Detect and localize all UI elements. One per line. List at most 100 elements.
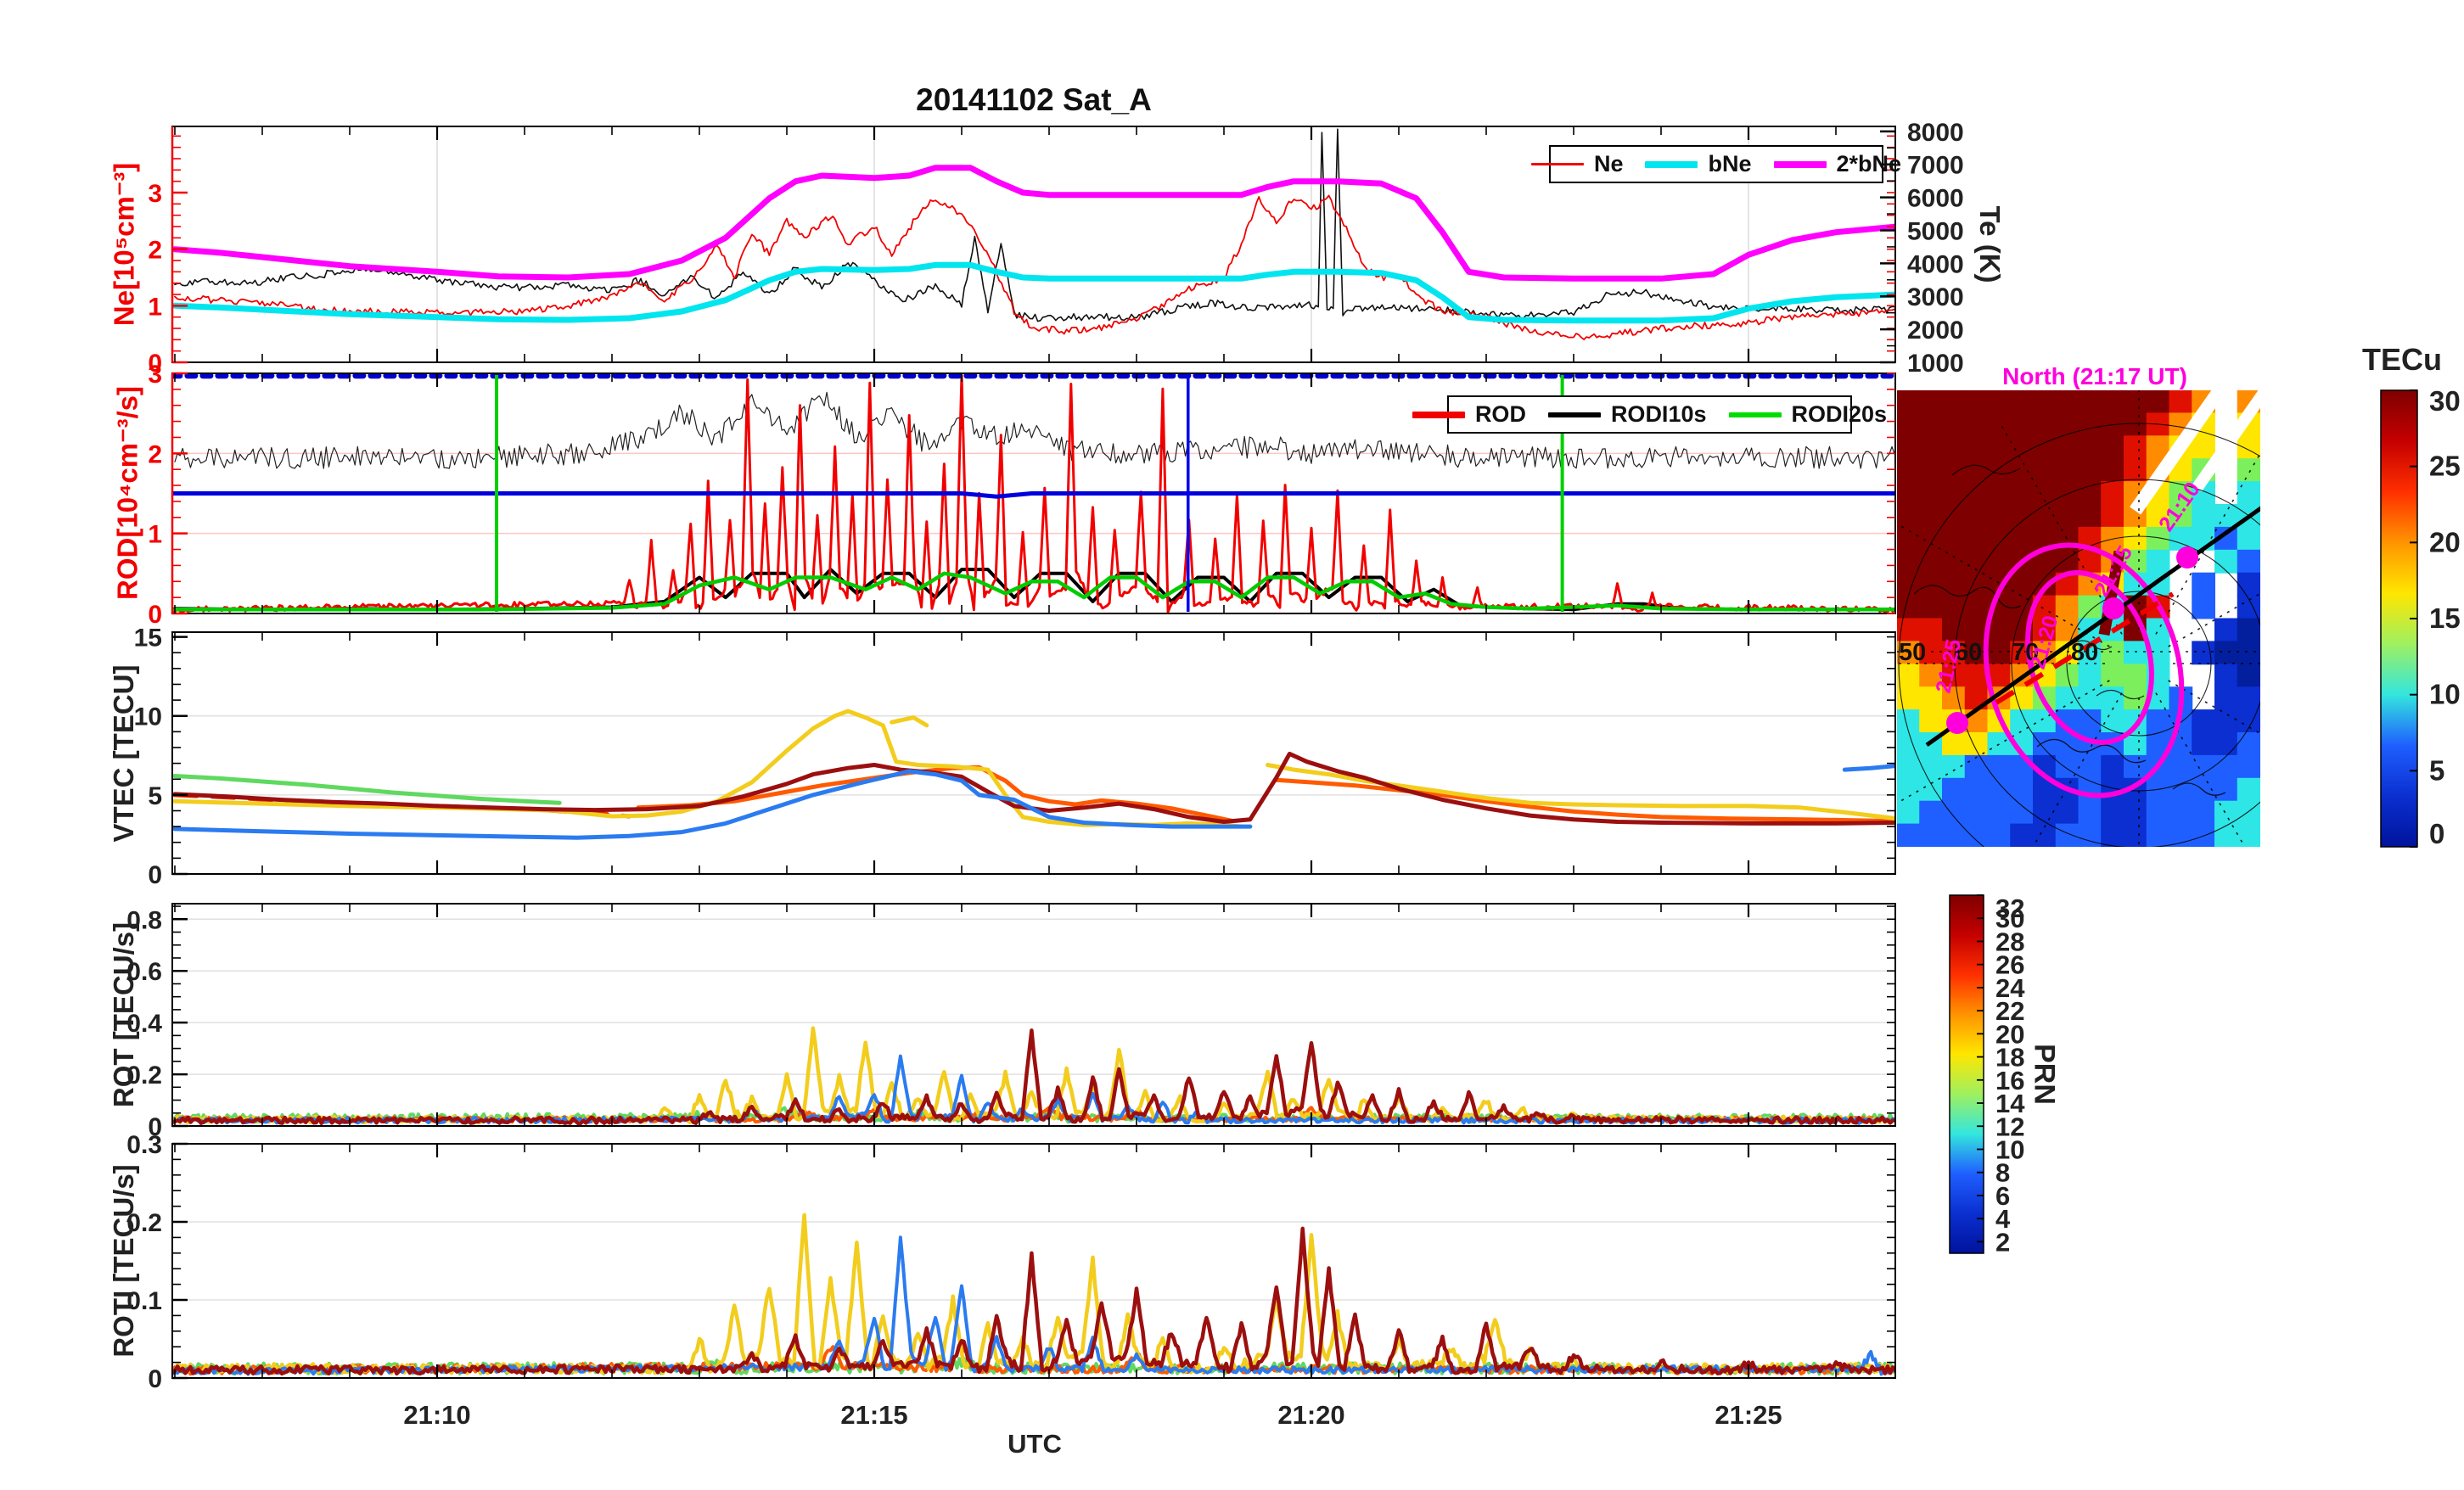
tec-cell xyxy=(1942,732,1966,756)
legend-item: RODI10s xyxy=(1547,401,1707,428)
tec-cell xyxy=(2055,458,2080,483)
tec-cell xyxy=(2124,641,2147,665)
y2-tick-label: 4000 xyxy=(1907,250,1964,278)
tec-cell xyxy=(2237,732,2260,756)
panel-vtec: 051015 xyxy=(134,625,1896,889)
tec-cell xyxy=(1897,664,1921,688)
tec-cell xyxy=(2033,504,2057,528)
tecu-tick-label: 10 xyxy=(2429,679,2461,710)
tec-cell xyxy=(2237,435,2260,460)
tec-cell xyxy=(1919,390,1943,414)
tec-cell xyxy=(2169,823,2193,847)
tec-cell xyxy=(1942,800,1966,825)
tec-cell xyxy=(2124,390,2147,414)
prn-colorbar: 2468101214161820222426283032 xyxy=(1949,893,2025,1257)
series-group xyxy=(172,1213,1895,1376)
tec-cell xyxy=(1987,458,2012,483)
tec-cell xyxy=(2055,595,2080,619)
tec-cell xyxy=(1964,435,1989,460)
panel-roti: 00.10.20.3 xyxy=(126,1131,1896,1393)
tec-cell xyxy=(1987,823,2012,847)
tec-cell xyxy=(2078,481,2102,505)
y-tick-label: 3 xyxy=(148,180,162,208)
tec-cell xyxy=(2214,641,2238,665)
tec-cell xyxy=(1942,412,1966,437)
tec-cell xyxy=(2078,435,2102,460)
y-tick-label: 3 xyxy=(148,361,162,389)
map-inner: 50 60 70 8021:25 21:2021:1521:10 xyxy=(1897,390,2260,847)
y-tick-label: 2 xyxy=(148,440,162,468)
tec-cell xyxy=(2124,458,2147,483)
tec-cell xyxy=(2055,390,2080,414)
tec-cell xyxy=(2214,777,2238,802)
tec-cell xyxy=(2078,800,2102,825)
tec-cell xyxy=(2101,800,2124,825)
tec-cell xyxy=(2237,686,2260,711)
2bne-line-sample xyxy=(1773,160,1827,168)
tec-cell xyxy=(2010,504,2034,528)
tec-cell xyxy=(2169,390,2193,414)
tec-cell xyxy=(2237,823,2260,847)
ne-line-sample xyxy=(1530,163,1584,165)
tec-cell xyxy=(1897,595,1921,619)
tec-cell xyxy=(1919,823,1943,847)
tec-cell xyxy=(2078,664,2102,688)
tec-cell xyxy=(1897,390,1921,414)
tec-cell xyxy=(2055,481,2080,505)
prn-colorbar-label: PRN xyxy=(2028,1044,2061,1105)
y-tick-label: 15 xyxy=(134,625,162,653)
tec-cell xyxy=(2146,800,2170,825)
tec-cell xyxy=(2010,435,2034,460)
tec-cell xyxy=(2237,458,2260,483)
tec-cell xyxy=(2078,754,2102,779)
legend-rod: ROD RODI10s RODI20s xyxy=(1412,395,1887,434)
tec-cell xyxy=(1987,504,2012,528)
tec-cell xyxy=(1942,754,1966,779)
tecu-tick-label: 5 xyxy=(2429,754,2444,786)
y2-tick-label: 7000 xyxy=(1907,152,1964,180)
tec-cell xyxy=(2033,458,2057,483)
series-darkred xyxy=(172,1226,1895,1376)
tec-cell xyxy=(1942,777,1966,802)
tec-cell xyxy=(2169,800,2193,825)
y-tick-label: 1 xyxy=(148,293,162,321)
tec-cell xyxy=(2010,686,2034,711)
map-title: North (21:17 UT) xyxy=(2002,363,2187,389)
legend-label: bNe xyxy=(1708,151,1752,176)
tec-cell xyxy=(2101,664,2124,688)
tec-cell xyxy=(2146,390,2170,414)
legend-item: ROD xyxy=(1412,401,1526,428)
tecu-tick-label: 30 xyxy=(2429,385,2461,417)
tec-cell xyxy=(2192,572,2215,597)
tec-cell xyxy=(2078,595,2102,619)
tec-cell xyxy=(1919,595,1943,619)
tec-cell xyxy=(2055,504,2080,528)
legend-item: 2*bNe xyxy=(1773,151,1901,177)
tec-cell xyxy=(1987,754,2012,779)
tec-cell xyxy=(2101,504,2124,528)
tec-cell xyxy=(2101,709,2124,733)
polar-tec-map: 50 60 70 8021:25 21:2021:1521:10 xyxy=(1897,390,2260,847)
bne-line-sample xyxy=(1645,160,1698,168)
tec-cell xyxy=(1964,732,1989,756)
vtec-axis-label: VTEC [TECU] xyxy=(108,664,139,843)
tec-cell xyxy=(1942,435,1966,460)
tec-cell xyxy=(1919,481,1943,505)
latitude-label: 50 xyxy=(1899,639,1926,666)
legend-label: Ne xyxy=(1593,151,1624,176)
x-tick-label: 21:25 xyxy=(1715,1400,1782,1430)
tec-cell xyxy=(2124,800,2147,825)
tec-cell xyxy=(2124,412,2147,437)
tec-cell xyxy=(2010,458,2034,483)
y2-tick-label: 1000 xyxy=(1907,350,1964,378)
tec-cell xyxy=(1919,435,1943,460)
tec-cell xyxy=(1964,823,1989,847)
tec-cell xyxy=(1987,526,2012,551)
tec-cell xyxy=(2078,458,2102,483)
tec-cell xyxy=(2169,754,2193,779)
tec-cell xyxy=(1942,572,1966,597)
tec-cell xyxy=(1964,504,1989,528)
tecu-tick-label: 15 xyxy=(2429,602,2461,634)
tec-cell xyxy=(2078,686,2102,711)
tec-cell xyxy=(2237,754,2260,779)
